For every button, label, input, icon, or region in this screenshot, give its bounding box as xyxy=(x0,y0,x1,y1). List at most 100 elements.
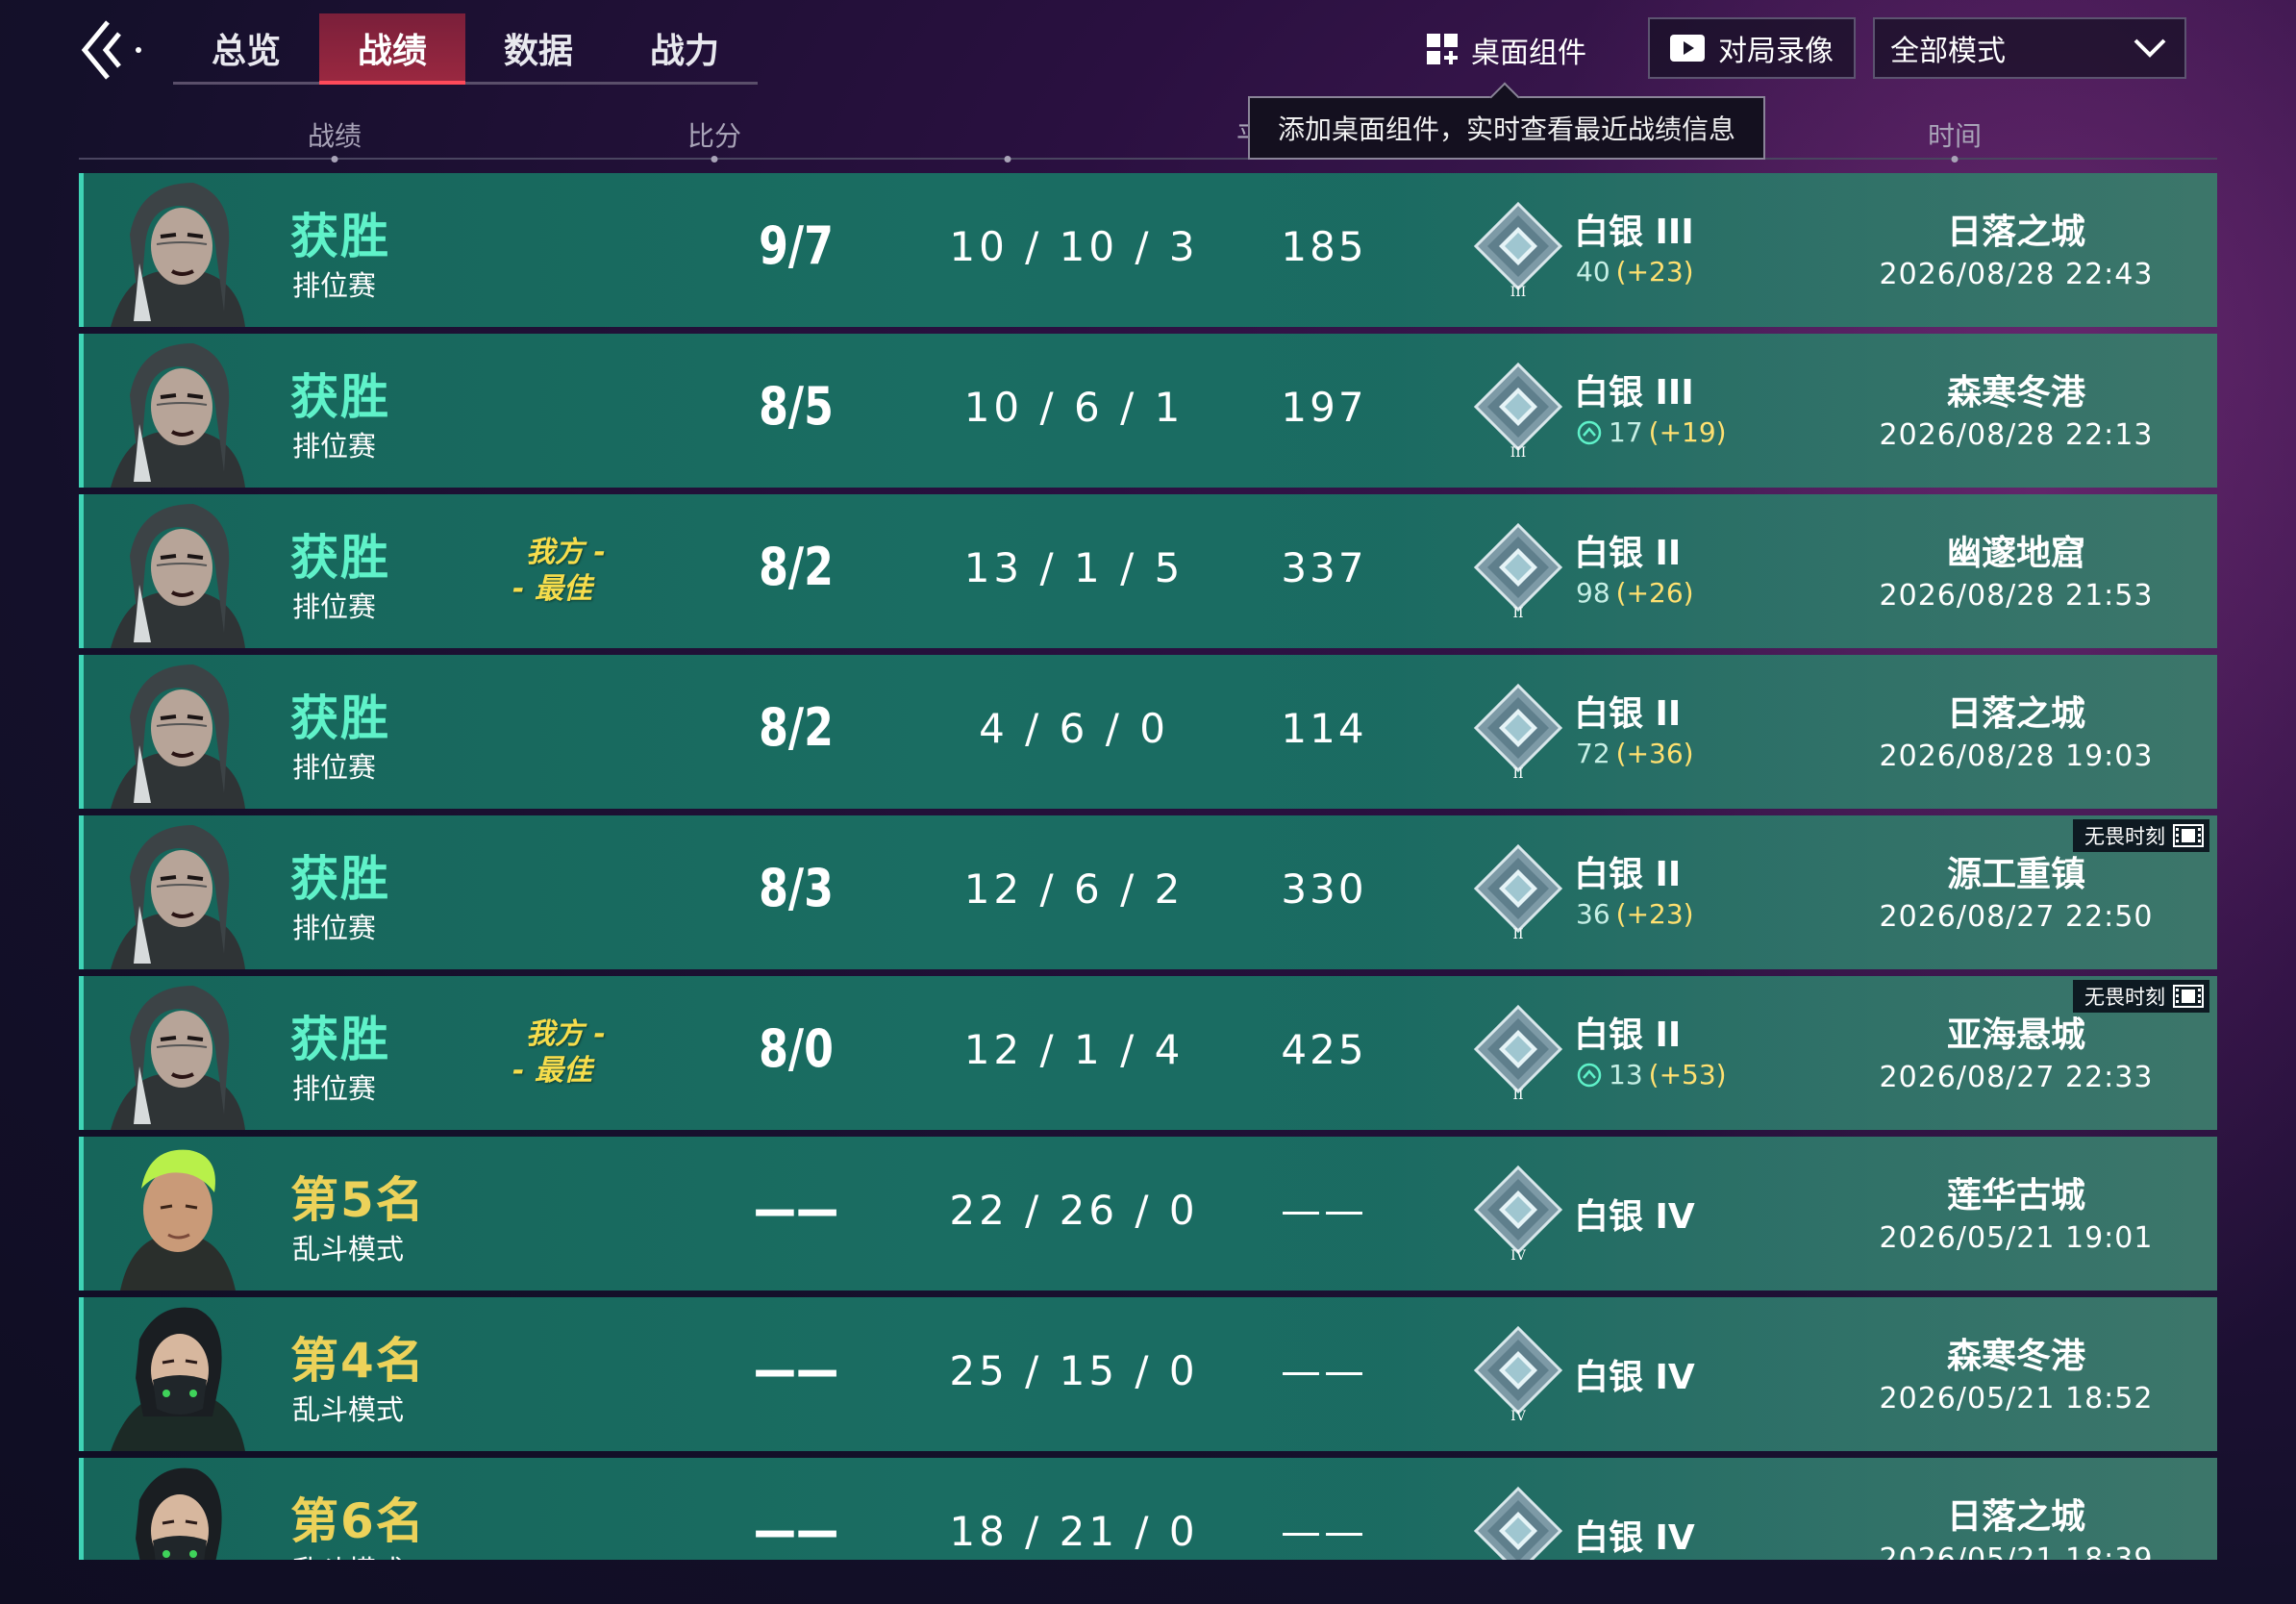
match-history-list: 获胜 排位赛 9/7 10 / 10 / 3 185 III 白银 III 40 (+23) 日落… xyxy=(79,173,2217,1560)
rank-name: 白银 II xyxy=(1574,1015,1682,1055)
column-marker xyxy=(331,156,338,163)
highlight-moment-badge[interactable]: 无畏时刻 xyxy=(2073,980,2209,1013)
mode-dropdown[interactable]: 全部模式 xyxy=(1873,17,2186,79)
kda: 18 / 21 / 0 xyxy=(949,1508,1199,1555)
tab-0[interactable]: 总览 xyxy=(173,13,319,82)
match-row[interactable]: 第5名 乱斗模式 —— 22 / 26 / 0 —— IV 白银 IV 莲华古城 2026/05… xyxy=(79,1137,2217,1291)
rank-name: 白银 II xyxy=(1574,855,1682,894)
match-mode: 乱斗模式 xyxy=(292,1393,405,1426)
match-replay-button[interactable]: 对局录像 xyxy=(1648,17,1856,79)
rank-name: 白银 IV xyxy=(1574,1197,1695,1237)
rank-points: 72 (+36) xyxy=(1576,738,1694,769)
map-name: 日落之城 xyxy=(1946,1497,2085,1537)
match-row[interactable]: 获胜 排位赛 8/2 4 / 6 / 0 114 II 白银 II 72 (+36) 日落之城 20… xyxy=(79,655,2217,809)
match-row[interactable]: 获胜 排位赛 我方 -- 最佳 8/2 13 / 1 / 5 337 II 白银 II 98 (+… xyxy=(79,494,2217,648)
match-time: 2026/08/28 21:53 xyxy=(1879,579,2154,613)
map-name: 源工重镇 xyxy=(1946,855,2085,894)
back-arrow-icon xyxy=(81,20,141,80)
kda: 12 / 1 / 4 xyxy=(963,1026,1185,1073)
match-time: 2026/05/21 18:52 xyxy=(1879,1382,2154,1416)
match-row[interactable]: 获胜 排位赛 8/3 12 / 6 / 2 330 II 白银 II 36 (+23) 源工重镇 2… xyxy=(79,815,2217,969)
svg-text:III: III xyxy=(1510,445,1527,461)
tab-3[interactable]: 战力 xyxy=(611,13,758,82)
match-time: 2026/08/27 22:50 xyxy=(1879,900,2154,934)
rank-points-value: 98 xyxy=(1576,577,1610,609)
match-result: 第5名 xyxy=(290,1172,426,1228)
rank-points: 40 (+23) xyxy=(1576,256,1694,288)
rank-points-value: 17 xyxy=(1609,416,1643,448)
agent-avatar xyxy=(101,659,255,809)
rank-icon: IV xyxy=(1472,1164,1564,1266)
match-row[interactable]: 获胜 排位赛 9/7 10 / 10 / 3 185 III 白银 III 40 (+23) 日落… xyxy=(79,173,2217,327)
map-name: 日落之城 xyxy=(1946,213,2085,252)
tab-2[interactable]: 数据 xyxy=(465,13,611,82)
match-time: 2026/08/28 19:03 xyxy=(1879,739,2154,773)
match-score: 8/2 xyxy=(759,697,834,758)
average-combat-score: 330 xyxy=(1281,865,1367,913)
rank-points-value: 36 xyxy=(1576,898,1610,930)
map-name: 亚海悬城 xyxy=(1946,1015,2085,1055)
mvp-line-1: 我方 - xyxy=(526,1017,606,1051)
desktop-widget-button[interactable]: 桌面组件 xyxy=(1427,25,1586,75)
rank-points-gain: (+26) xyxy=(1615,577,1694,609)
match-mode: 排位赛 xyxy=(292,269,377,302)
match-score: 8/3 xyxy=(759,858,834,918)
column-marker xyxy=(1951,156,1959,163)
match-result: 获胜 xyxy=(290,1012,390,1067)
promote-arrow-icon xyxy=(1577,420,1602,444)
mvp-line-1: 我方 - xyxy=(526,536,606,569)
rank-points-gain: (+36) xyxy=(1615,738,1694,769)
highlight-moment-badge[interactable]: 无畏时刻 xyxy=(2073,819,2209,852)
rank-icon: II xyxy=(1472,1003,1564,1105)
kda: 22 / 26 / 0 xyxy=(949,1187,1199,1234)
widget-tooltip: 添加桌面组件，实时查看最近战绩信息 xyxy=(1248,96,1765,160)
match-result: 获胜 xyxy=(290,851,390,907)
average-combat-score: 185 xyxy=(1281,223,1367,270)
match-mode: 排位赛 xyxy=(292,751,377,784)
rank-points-value: 72 xyxy=(1576,738,1610,769)
widget-grid-icon xyxy=(1427,34,1458,64)
film-icon xyxy=(2173,824,2204,847)
film-icon xyxy=(2173,985,2204,1008)
rank-name: 白银 III xyxy=(1574,373,1694,413)
average-combat-score: —— xyxy=(1281,1347,1367,1394)
match-result: 第4名 xyxy=(290,1333,426,1389)
tab-1[interactable]: 战绩 xyxy=(319,13,465,85)
rank-name: 白银 II xyxy=(1574,694,1682,734)
rank-name: 白银 II xyxy=(1574,534,1682,573)
svg-text:II: II xyxy=(1512,766,1523,782)
agent-avatar xyxy=(101,819,255,969)
rank-icon: III xyxy=(1472,361,1564,463)
mode-dropdown-value: 全部模式 xyxy=(1890,35,2006,68)
rank-name: 白银 IV xyxy=(1574,1518,1695,1558)
svg-text:II: II xyxy=(1512,927,1523,942)
rank-points-gain: (+23) xyxy=(1615,898,1694,930)
map-name: 莲华古城 xyxy=(1946,1176,2085,1216)
agent-avatar xyxy=(101,1140,255,1291)
column-header: 战绩 比分 平均 时间 xyxy=(79,108,2217,163)
match-result: 第6名 xyxy=(290,1493,426,1549)
match-row[interactable]: 获胜 排位赛 8/5 10 / 6 / 1 197 III 白银 III 17 (+19) 森寒冬… xyxy=(79,334,2217,488)
rank-icon: II xyxy=(1472,842,1564,944)
back-button[interactable] xyxy=(69,12,156,88)
match-row[interactable]: 第4名 乱斗模式 —— 25 / 15 / 0 —— IV 白银 IV 森寒冬港 2026/05… xyxy=(79,1297,2217,1451)
kda: 10 / 6 / 1 xyxy=(963,384,1185,431)
match-score: —— xyxy=(753,1500,839,1560)
agent-avatar xyxy=(101,1462,255,1560)
rank-points: 36 (+23) xyxy=(1576,898,1694,930)
kda: 25 / 15 / 0 xyxy=(949,1347,1199,1394)
match-row[interactable]: 第6名乱斗模式 —— 18 / 21 / 0 —— IV白银 IV 日落之城 2026/05… xyxy=(79,1458,2217,1560)
average-combat-score: 337 xyxy=(1281,544,1367,591)
match-row[interactable]: 获胜 排位赛 我方 -- 最佳 8/0 12 / 1 / 4 425 II 白银 II 13 (+… xyxy=(79,976,2217,1130)
average-combat-score: 114 xyxy=(1281,705,1367,752)
rank-points-value: 40 xyxy=(1576,256,1610,288)
desktop-widget-label: 桌面组件 xyxy=(1471,37,1586,70)
agent-avatar xyxy=(101,1301,255,1451)
match-mode: 排位赛 xyxy=(292,430,377,463)
column-time: 时间 xyxy=(1927,120,1983,152)
agent-avatar xyxy=(101,498,255,648)
match-score: 8/0 xyxy=(759,1018,834,1079)
kda: 13 / 1 / 5 xyxy=(963,544,1185,591)
svg-text:II: II xyxy=(1512,1088,1523,1103)
match-result: 获胜 xyxy=(290,530,390,586)
